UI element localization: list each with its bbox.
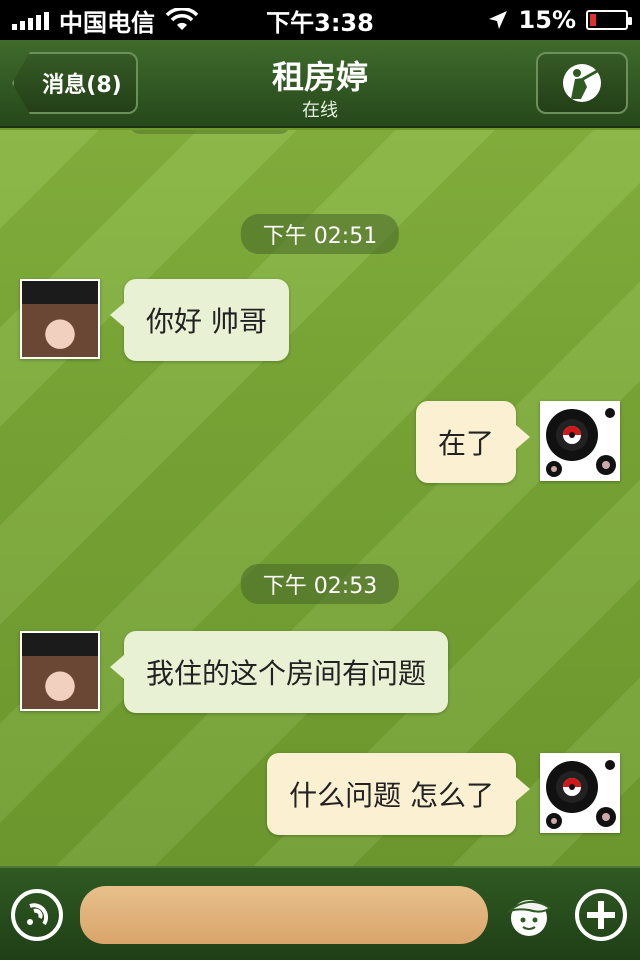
nav-bar: 消息(8) 租房婷 在线: [0, 40, 640, 128]
incoming-message[interactable]: 我住的这个房间有问题: [109, 631, 449, 713]
contact-avatar[interactable]: [20, 279, 100, 359]
contact-avatar[interactable]: [20, 631, 100, 711]
message-input[interactable]: [80, 886, 488, 944]
back-button[interactable]: 消息(8): [12, 52, 138, 114]
chat-title: 租房婷: [271, 58, 368, 96]
golfer-profile-icon: [563, 64, 601, 102]
record-avatar-icon: [542, 403, 618, 479]
scroll-indicator: [130, 130, 290, 134]
status-left: 中国电信: [12, 3, 199, 38]
incoming-message[interactable]: 你好 帅哥: [110, 279, 289, 361]
cap-emoji-icon[interactable]: [502, 888, 556, 942]
plus-icon[interactable]: [574, 888, 628, 942]
timestamp: 下午 02:53: [240, 564, 400, 604]
input-bar: [0, 866, 640, 960]
timestamp: 下午 02:51: [240, 214, 400, 254]
wifi-icon: [165, 8, 199, 30]
status-bar: 中国电信 下午3:38 15%: [0, 0, 640, 40]
status-right: 15%: [487, 6, 632, 34]
my-avatar[interactable]: [540, 401, 620, 481]
online-status: 在线: [302, 100, 338, 121]
outgoing-message[interactable]: 什么问题 怎么了: [267, 753, 530, 835]
battery-percent: 15%: [518, 6, 576, 34]
outgoing-message[interactable]: 在了: [415, 401, 531, 483]
my-avatar[interactable]: [540, 753, 620, 833]
voice-icon[interactable]: [10, 888, 64, 942]
battery-icon: [586, 10, 632, 30]
record-avatar-icon: [542, 755, 618, 831]
profile-button[interactable]: [536, 52, 628, 114]
location-arrow-icon: [488, 11, 507, 29]
signal-bars-icon: [12, 10, 49, 30]
chat-area[interactable]: 下午 02:51 你好 帅哥 在了 下午 02:53 我住的这个房间有问题 什么…: [0, 130, 640, 866]
carrier-label: 中国电信: [59, 8, 155, 37]
